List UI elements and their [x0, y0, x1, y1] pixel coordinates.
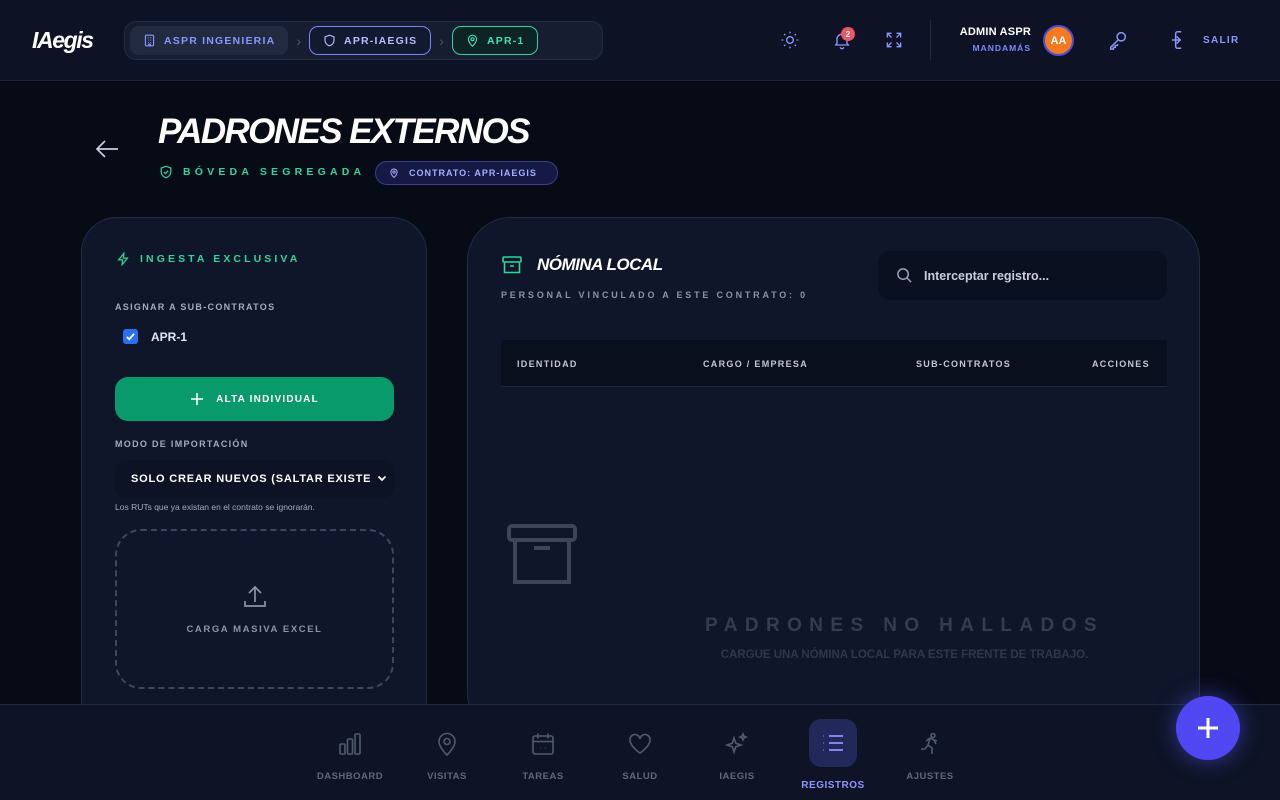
import-mode-select[interactable]: SOLO CREAR NUEVOS (SALTAR EXISTE	[115, 460, 394, 498]
nav-label: AJUSTES	[906, 771, 954, 782]
column-header-identity: IDENTIDAD	[517, 359, 578, 369]
notification-badge: 2	[841, 27, 855, 41]
chevron-right-icon: ›	[439, 32, 444, 49]
expand-icon[interactable]	[882, 28, 906, 52]
subcontract-checkbox[interactable]	[123, 329, 138, 344]
vault-label: BÓVEDA SEGREGADA	[159, 165, 365, 179]
contract-chip: CONTRATO: APR-IAEGIS	[375, 161, 558, 185]
search-box	[878, 251, 1167, 300]
search-input[interactable]	[924, 251, 1154, 300]
chevron-down-icon	[377, 475, 387, 482]
nav-active-highlight	[809, 719, 857, 767]
empty-archive-icon	[507, 524, 577, 584]
empty-state-subtitle: CARGUE UNA NÓMINA LOCAL PARA ESTE FRENTE…	[720, 649, 1089, 661]
top-header: IAegis ASPR INGENIERIA › APR-IAEGIS › AP…	[0, 0, 1280, 81]
nav-item-salud[interactable]: SALUD	[595, 705, 685, 800]
search-icon	[897, 268, 912, 283]
floating-add-button[interactable]	[1176, 696, 1240, 760]
table-header: IDENTIDAD CARGO / EMPRESA SUB-CONTRATOS …	[501, 340, 1167, 387]
nav-item-dashboard[interactable]: DASHBOARD	[305, 705, 395, 800]
lightning-icon	[117, 252, 129, 266]
map-pin-icon	[467, 34, 478, 47]
heart-icon	[629, 733, 651, 754]
nav-label: TAREAS	[522, 771, 564, 782]
roster-panel: NÓMINA LOCAL PERSONAL VINCULADO A ESTE C…	[467, 217, 1200, 737]
breadcrumb-company[interactable]: ASPR INGENIERIA	[130, 26, 289, 55]
nav-label: IAEGIS	[719, 771, 755, 782]
logout-icon[interactable]	[1171, 28, 1195, 52]
upload-icon	[244, 585, 266, 607]
nav-item-registros[interactable]: REGISTROS	[788, 705, 878, 800]
bulk-upload-dropzone[interactable]: CARGA MASIVA EXCEL	[115, 529, 394, 689]
column-header-actions: ACCIONES	[1092, 359, 1150, 369]
add-individual-button[interactable]: ALTA INDIVIDUAL	[115, 377, 394, 421]
breadcrumb-label: ASPR INGENIERIA	[164, 34, 276, 47]
shield-check-icon	[160, 165, 172, 179]
nav-label: SALUD	[622, 771, 658, 782]
plus-icon	[191, 393, 204, 405]
ingest-panel: INGESTA EXCLUSIVA ASIGNAR A SUB-CONTRATO…	[81, 217, 427, 737]
plus-icon	[1198, 718, 1218, 738]
sparkles-icon	[724, 731, 749, 755]
breadcrumb-label: APR-IAEGIS	[344, 34, 418, 47]
page-title: PADRONES EXTERNOS	[158, 112, 530, 151]
key-icon[interactable]	[1106, 28, 1130, 52]
avatar[interactable]: AA	[1043, 25, 1074, 56]
list-icon	[823, 735, 843, 751]
nav-item-iaegis[interactable]: IAEGIS	[692, 705, 782, 800]
map-pin-icon	[438, 732, 456, 757]
header-divider	[930, 20, 931, 60]
shield-icon	[324, 34, 335, 47]
chevron-right-icon: ›	[296, 32, 302, 49]
building-icon	[144, 34, 155, 47]
sun-icon[interactable]	[778, 28, 802, 52]
nav-item-visitas[interactable]: VISITAS	[402, 705, 492, 800]
logout-button[interactable]: SALIR	[1203, 35, 1240, 46]
user-role: MANDAMÁS	[972, 43, 1031, 53]
breadcrumb-contract[interactable]: APR-IAEGIS	[309, 26, 432, 55]
app-logo[interactable]: IAegis	[32, 27, 94, 54]
calendar-icon	[532, 733, 554, 755]
assign-subcontracts-label: ASIGNAR A SUB-CONTRATOS	[115, 302, 276, 312]
import-mode-value: SOLO CREAR NUEVOS (SALTAR EXISTE	[131, 473, 372, 485]
empty-state-title: PADRONES NO HALLADOS	[705, 615, 1104, 636]
vault-text: BÓVEDA SEGREGADA	[183, 166, 366, 178]
nav-label: VISITAS	[427, 771, 467, 782]
bottom-navigation: DASHBOARD VISITAS TAREAS SALUD IAEGIS RE…	[0, 704, 1280, 800]
column-header-role: CARGO / EMPRESA	[703, 359, 809, 369]
contract-chip-label: CONTRATO: APR-IAEGIS	[409, 168, 537, 178]
add-individual-label: ALTA INDIVIDUAL	[216, 393, 319, 405]
roster-subtitle: PERSONAL VINCULADO A ESTE CONTRATO: 0	[501, 290, 808, 300]
ingest-title-text: INGESTA EXCLUSIVA	[140, 253, 301, 265]
map-pin-icon	[390, 168, 398, 178]
nav-item-tareas[interactable]: TAREAS	[498, 705, 588, 800]
breadcrumb-label: APR-1	[486, 34, 525, 47]
nav-item-ajustes[interactable]: AJUSTES	[885, 705, 975, 800]
back-arrow-icon[interactable]	[94, 137, 120, 161]
roster-title: NÓMINA LOCAL	[537, 255, 663, 274]
nav-label: DASHBOARD	[316, 771, 384, 782]
subcontract-checkbox-label[interactable]: APR-1	[151, 330, 187, 344]
import-hint: Los RUTs que ya existan en el contrato s…	[115, 502, 315, 512]
import-mode-label: MODO DE IMPORTACIÓN	[115, 439, 249, 449]
breadcrumb: ASPR INGENIERIA › APR-IAEGIS › APR-1	[124, 21, 603, 60]
user-name: ADMIN ASPR	[959, 26, 1031, 38]
archive-icon	[502, 256, 522, 274]
ingest-title: INGESTA EXCLUSIVA	[116, 252, 300, 266]
breadcrumb-subcontract[interactable]: APR-1	[451, 26, 539, 55]
running-figure-icon	[921, 732, 938, 754]
bar-chart-icon	[339, 733, 361, 755]
bulk-upload-label: CARGA MASIVA EXCEL	[186, 624, 323, 635]
column-header-subcontracts: SUB-CONTRATOS	[916, 359, 1012, 369]
nav-label: REGISTROS	[801, 780, 865, 791]
check-icon	[126, 333, 135, 341]
